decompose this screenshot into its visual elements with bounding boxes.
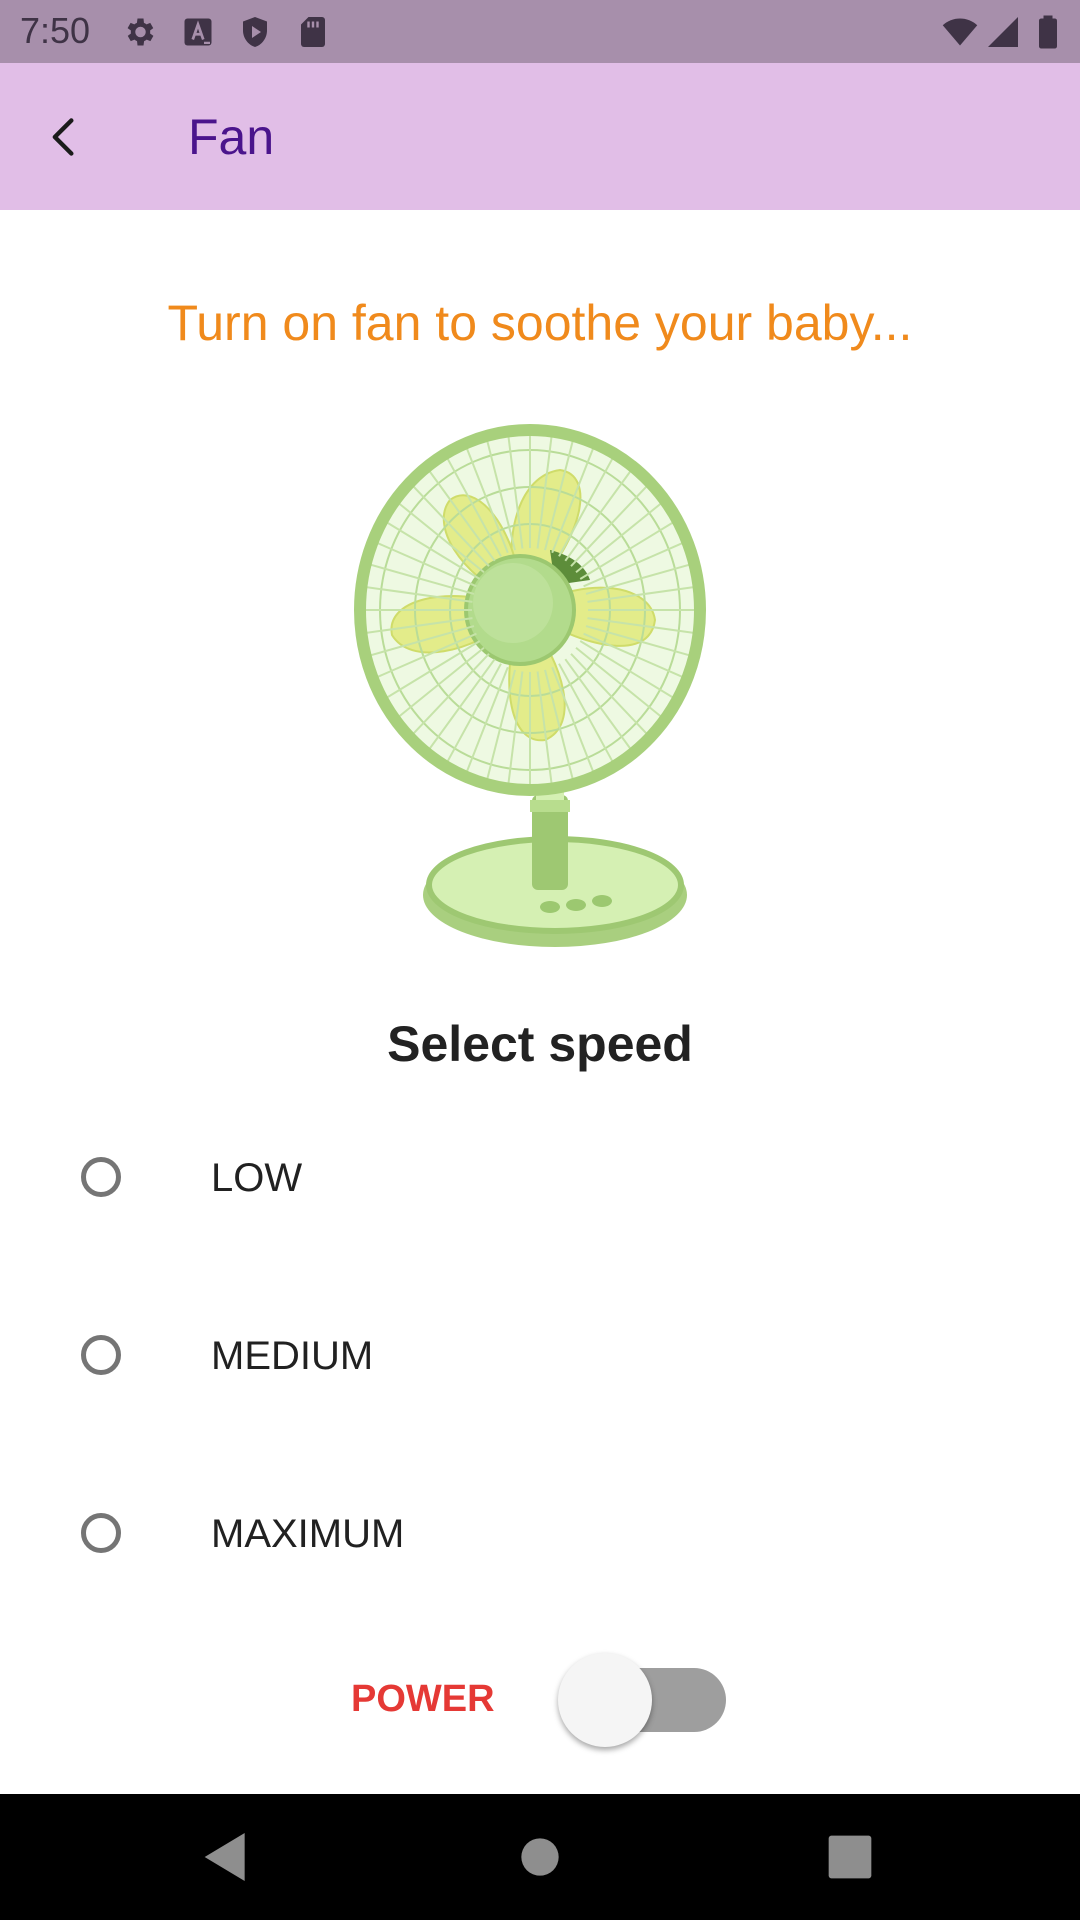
navigation-bar (0, 1794, 1080, 1920)
gear-icon (121, 14, 157, 50)
speed-option-maximum[interactable]: MAXIMUM (0, 1476, 1080, 1596)
home-circle-icon[interactable] (508, 1825, 572, 1889)
speed-option-label: MEDIUM (211, 1334, 374, 1378)
speed-option-low[interactable]: LOW (0, 1120, 1080, 1240)
radio-button[interactable] (81, 1335, 121, 1375)
chevron-left-icon (52, 118, 74, 156)
fan-illustration (350, 415, 720, 955)
power-toggle[interactable] (558, 1650, 734, 1750)
speed-option-label: MAXIMUM (211, 1512, 405, 1556)
recents-square-icon[interactable] (818, 1825, 882, 1889)
signal-icon (985, 14, 1021, 50)
power-label: POWER (351, 1678, 495, 1720)
toggle-thumb[interactable] (558, 1653, 652, 1747)
sd-card-icon (295, 14, 331, 50)
select-speed-heading: Select speed (387, 1016, 693, 1072)
page-title: Fan (188, 109, 275, 165)
speed-option-label: LOW (211, 1156, 303, 1200)
app-bar: Fan (0, 63, 1080, 210)
status-bar: 7:50 (0, 0, 1080, 63)
subtitle-text: Turn on fan to soothe your baby... (167, 295, 913, 351)
battery-icon (1030, 14, 1066, 50)
font-a-icon (180, 14, 216, 50)
radio-button[interactable] (81, 1157, 121, 1197)
wifi-icon (942, 14, 978, 50)
speed-option-medium[interactable]: MEDIUM (0, 1298, 1080, 1418)
radio-button[interactable] (81, 1513, 121, 1553)
back-button[interactable] (28, 101, 100, 173)
back-triangle-icon[interactable] (194, 1825, 258, 1889)
status-time: 7:50 (20, 10, 91, 51)
shield-play-icon (237, 14, 273, 50)
